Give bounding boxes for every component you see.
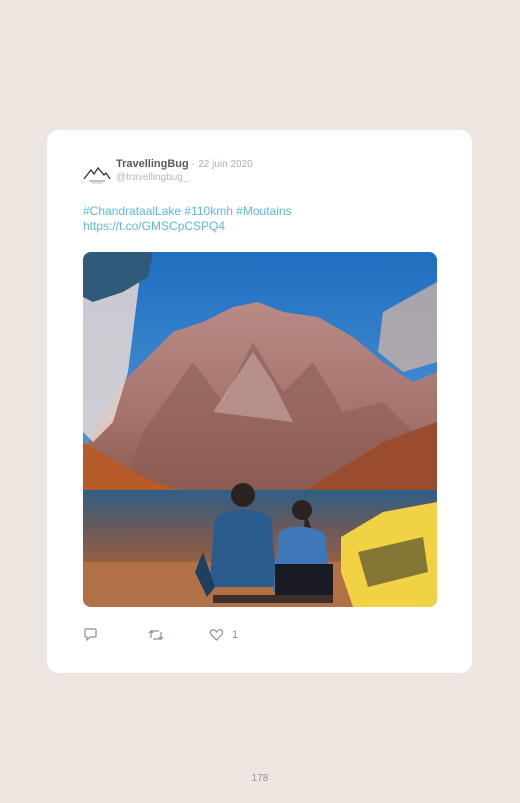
tweet-text: #ChandrataalLake #110kmh #Moutains https… [83,204,443,234]
tweet-actions: 1 [83,628,238,642]
retweet-button[interactable] [148,628,164,642]
user-handle[interactable]: @travellingbug_ [116,171,253,184]
retweet-icon [148,630,164,640]
mountain-logo-icon [83,166,111,184]
reply-button[interactable] [83,628,98,642]
url-link[interactable]: https://t.co/GMSCpCSPQ4 [83,219,443,234]
tweet-header: TravellingBug · 22 juin 2020 @travelling… [82,158,253,190]
tweet-card: TravellingBug · 22 juin 2020 @travelling… [47,130,472,673]
page-number: 178 [251,773,269,784]
heart-icon [209,629,224,641]
hashtags-link[interactable]: #ChandrataalLake #110kmh #Moutains [83,204,443,219]
lake-mountain-photo [83,252,437,607]
reply-icon [84,628,97,642]
tweet-date[interactable]: 22 juin 2020 [198,159,253,170]
like-button[interactable]: 1 [209,628,238,642]
tweet-photo[interactable] [83,252,437,607]
separator-dot: · [191,159,196,170]
display-name[interactable]: TravellingBug [116,158,189,170]
like-count: 1 [232,629,239,641]
avatar[interactable] [82,160,112,190]
